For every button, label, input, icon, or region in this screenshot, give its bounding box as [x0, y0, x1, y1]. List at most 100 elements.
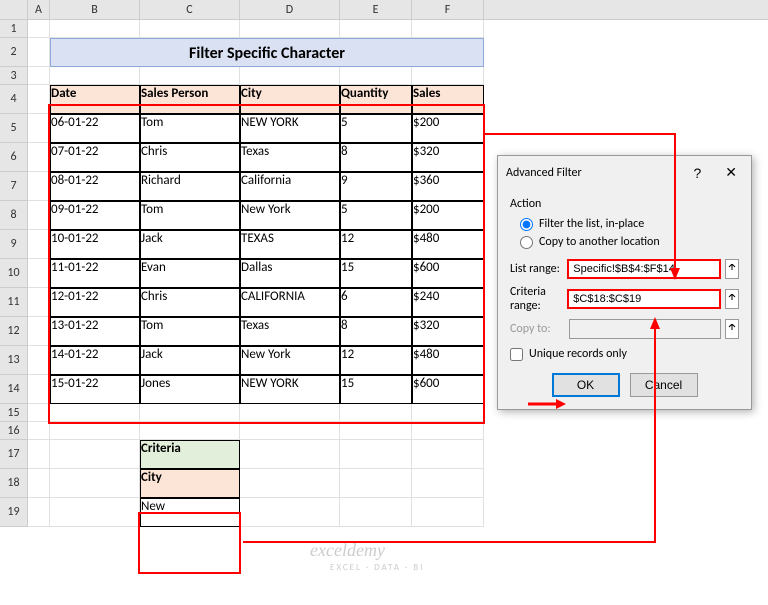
radio-copy-location[interactable]: Copy to another location	[520, 235, 739, 249]
table-cell[interactable]: 15	[340, 259, 412, 288]
close-button[interactable]: ✕	[719, 162, 743, 183]
row-header[interactable]: 4	[0, 85, 28, 114]
ok-button[interactable]: OK	[552, 373, 620, 397]
help-button[interactable]: ?	[687, 163, 707, 183]
row-header[interactable]: 13	[0, 346, 28, 375]
table-cell[interactable]: Texas	[240, 317, 340, 346]
row-header[interactable]: 8	[0, 201, 28, 230]
row-header[interactable]: 15	[0, 404, 28, 422]
table-cell[interactable]: CALIFORNIA	[240, 288, 340, 317]
table-cell[interactable]: 08-01-22	[50, 172, 140, 201]
criteria-range-label: Criteria range:	[510, 285, 563, 313]
table-cell[interactable]: 8	[340, 143, 412, 172]
table-cell[interactable]: 15	[340, 375, 412, 404]
row-header[interactable]: 3	[0, 67, 28, 85]
row-header[interactable]: 14	[0, 375, 28, 404]
advanced-filter-dialog: Advanced Filter ? ✕ Action Filter the li…	[497, 155, 752, 410]
table-cell[interactable]: $600	[412, 375, 484, 404]
criteria-value[interactable]: New	[140, 498, 240, 527]
table-cell[interactable]: Chris	[140, 288, 240, 317]
table-cell[interactable]: $360	[412, 172, 484, 201]
table-cell[interactable]: $200	[412, 201, 484, 230]
th-person[interactable]: Sales Person	[140, 85, 240, 114]
table-cell[interactable]: $480	[412, 346, 484, 375]
row-header[interactable]: 18	[0, 469, 28, 498]
table-cell[interactable]: 06-01-22	[50, 114, 140, 143]
table-cell[interactable]: $200	[412, 114, 484, 143]
row-header[interactable]: 7	[0, 172, 28, 201]
col-header[interactable]: A	[28, 0, 50, 19]
table-cell[interactable]: Tom	[140, 317, 240, 346]
range-select-button[interactable]	[725, 259, 739, 279]
table-cell[interactable]: 5	[340, 201, 412, 230]
row-header[interactable]: 10	[0, 259, 28, 288]
table-cell[interactable]: 07-01-22	[50, 143, 140, 172]
radio-filter-inplace[interactable]: Filter the list, in-place	[520, 217, 739, 231]
table-cell[interactable]: 10-01-22	[50, 230, 140, 259]
table-cell[interactable]: New York	[240, 346, 340, 375]
col-header[interactable]: B	[50, 0, 140, 19]
page-title: Filter Specific Character	[50, 38, 484, 67]
table-cell[interactable]: 12	[340, 346, 412, 375]
row-header[interactable]: 5	[0, 114, 28, 143]
table-cell[interactable]: $480	[412, 230, 484, 259]
table-cell[interactable]: 11-01-22	[50, 259, 140, 288]
th-city[interactable]: City	[240, 85, 340, 114]
table-cell[interactable]: California	[240, 172, 340, 201]
table-cell[interactable]: Chris	[140, 143, 240, 172]
row-header[interactable]: 17	[0, 440, 28, 469]
table-cell[interactable]: Evan	[140, 259, 240, 288]
criteria-field[interactable]: City	[140, 469, 240, 498]
cancel-button[interactable]: Cancel	[630, 373, 698, 397]
col-header[interactable]: D	[240, 0, 340, 19]
unique-records-checkbox[interactable]: Unique records only	[510, 347, 739, 361]
table-cell[interactable]: 12	[340, 230, 412, 259]
table-cell[interactable]: Jones	[140, 375, 240, 404]
th-sales[interactable]: Sales	[412, 85, 484, 114]
watermark-subtitle: EXCEL · DATA · BI	[330, 562, 424, 573]
range-select-button[interactable]	[725, 289, 739, 309]
table-cell[interactable]: 5	[340, 114, 412, 143]
table-cell[interactable]: Richard	[140, 172, 240, 201]
table-cell[interactable]: Jack	[140, 346, 240, 375]
table-cell[interactable]: 15-01-22	[50, 375, 140, 404]
col-header[interactable]: E	[340, 0, 412, 19]
table-cell[interactable]: $320	[412, 317, 484, 346]
select-all-corner[interactable]	[0, 0, 28, 19]
table-cell[interactable]: Jack	[140, 230, 240, 259]
criteria-header[interactable]: Criteria	[140, 440, 240, 469]
row-header[interactable]: 1	[0, 20, 28, 38]
row-header[interactable]: 2	[0, 38, 28, 67]
table-cell[interactable]: 12-01-22	[50, 288, 140, 317]
table-cell[interactable]: Texas	[240, 143, 340, 172]
table-cell[interactable]: NEW YORK	[240, 114, 340, 143]
col-header[interactable]: F	[412, 0, 484, 19]
table-cell[interactable]: 6	[340, 288, 412, 317]
table-cell[interactable]: $240	[412, 288, 484, 317]
th-date[interactable]: Date	[50, 85, 140, 114]
table-cell[interactable]: 13-01-22	[50, 317, 140, 346]
row-header[interactable]: 9	[0, 230, 28, 259]
table-cell[interactable]: 8	[340, 317, 412, 346]
row-header[interactable]: 11	[0, 288, 28, 317]
row-header[interactable]: 16	[0, 422, 28, 440]
table-cell[interactable]: 9	[340, 172, 412, 201]
range-select-button[interactable]	[725, 319, 739, 339]
table-cell[interactable]: 09-01-22	[50, 201, 140, 230]
table-cell[interactable]: $320	[412, 143, 484, 172]
row-header[interactable]: 6	[0, 143, 28, 172]
col-header[interactable]: C	[140, 0, 240, 19]
row-header[interactable]: 12	[0, 317, 28, 346]
table-cell[interactable]: Dallas	[240, 259, 340, 288]
table-cell[interactable]: Tom	[140, 201, 240, 230]
table-cell[interactable]: TEXAS	[240, 230, 340, 259]
table-cell[interactable]: NEW YORK	[240, 375, 340, 404]
row-header[interactable]: 19	[0, 498, 28, 527]
table-cell[interactable]: New York	[240, 201, 340, 230]
table-cell[interactable]: 14-01-22	[50, 346, 140, 375]
table-cell[interactable]: $600	[412, 259, 484, 288]
th-qty[interactable]: Quantity	[340, 85, 412, 114]
criteria-range-input[interactable]	[567, 289, 721, 309]
table-cell[interactable]: Tom	[140, 114, 240, 143]
list-range-input[interactable]	[567, 259, 721, 279]
